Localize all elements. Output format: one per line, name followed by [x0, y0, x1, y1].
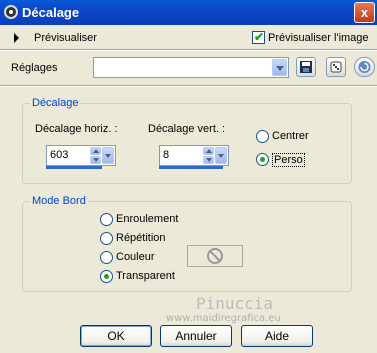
color-swatch[interactable] [187, 245, 243, 267]
floppy-disk-icon [300, 61, 312, 73]
chevron-down-icon[interactable] [272, 59, 287, 76]
ok-button[interactable]: OK [80, 325, 152, 347]
cancel-button[interactable]: Annuler [160, 325, 232, 347]
color-radio[interactable] [100, 251, 113, 264]
settings-label: Réglages [11, 62, 58, 74]
watermark-url: www.maidiregrafica.eu [166, 313, 281, 324]
increment-arrow-icon[interactable] [90, 147, 101, 155]
decrement-arrow-icon[interactable] [203, 156, 214, 164]
custom-label[interactable]: Perso [272, 153, 305, 167]
separator [0, 85, 377, 87]
decrement-arrow-icon[interactable] [90, 156, 101, 164]
vertical-offset-slider[interactable] [159, 166, 223, 169]
checkmark-icon: ✔ [254, 30, 265, 44]
dropdown-arrow-icon[interactable] [215, 147, 227, 164]
center-radio[interactable] [256, 130, 269, 143]
horizontal-offset-label: Décalage horiz. : [35, 123, 118, 135]
save-preset-button[interactable] [296, 57, 316, 77]
close-button[interactable]: x [354, 2, 375, 23]
window-title: Décalage [22, 5, 80, 20]
help-button[interactable]: Aide [241, 325, 313, 347]
edge-mode-group-title: Mode Bord [30, 195, 88, 207]
dice-icon [330, 61, 342, 73]
transparent-radio[interactable] [100, 270, 113, 283]
watermark-name: Pinuccia [196, 294, 274, 313]
no-color-icon [207, 248, 223, 264]
wrap-radio[interactable] [100, 213, 113, 226]
settings-combobox[interactable] [93, 57, 289, 78]
horizontal-offset-spinner[interactable]: 603 [46, 145, 116, 166]
custom-radio[interactable] [256, 153, 269, 166]
preview-image-checkbox[interactable]: ✔ [252, 30, 265, 44]
dropdown-arrow-icon[interactable] [102, 147, 114, 164]
offset-group [22, 103, 352, 184]
increment-arrow-icon[interactable] [203, 147, 214, 155]
offset-group-title: Décalage [30, 97, 81, 109]
reset-button[interactable] [354, 57, 375, 77]
randomize-button[interactable] [326, 57, 346, 77]
reset-arrow-icon [358, 61, 371, 73]
transparent-label[interactable]: Transparent [116, 270, 175, 282]
color-label[interactable]: Couleur [116, 251, 155, 263]
center-label[interactable]: Centrer [272, 130, 309, 142]
title-bar[interactable]: Décalage x [0, 0, 377, 25]
repeat-radio[interactable] [100, 232, 113, 245]
horizontal-offset-slider[interactable] [46, 166, 102, 169]
wrap-label[interactable]: Enroulement [116, 213, 178, 225]
vertical-offset-spinner[interactable]: 8 [159, 145, 229, 166]
preview-image-label[interactable]: Prévisualiser l'image [268, 32, 369, 44]
preview-label[interactable]: Prévisualiser [34, 32, 97, 44]
app-icon [4, 5, 18, 19]
vertical-offset-value[interactable]: 8 [163, 149, 169, 161]
vertical-offset-label: Décalage vert. : [148, 123, 226, 135]
expand-arrow-icon[interactable] [14, 33, 19, 43]
horizontal-offset-value[interactable]: 603 [50, 149, 68, 161]
separator [0, 49, 377, 51]
repeat-label[interactable]: Répétition [116, 232, 166, 244]
